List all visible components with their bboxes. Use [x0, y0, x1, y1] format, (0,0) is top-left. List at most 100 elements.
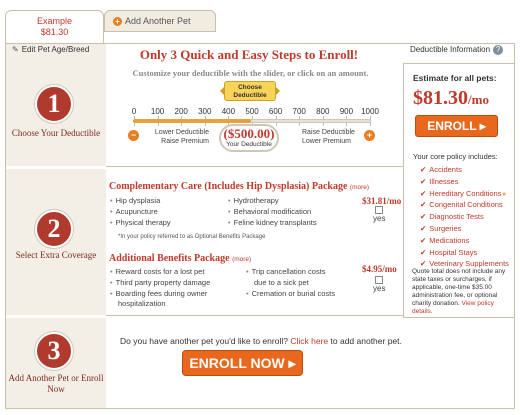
core-policy-item[interactable]: ✔ Congenital Conditions	[420, 199, 509, 211]
slider-instructions: Customize your deductible with the slide…	[132, 68, 369, 78]
slider-tick-label[interactable]: 0	[122, 107, 146, 116]
benefit-item: • Feline kidney transplants	[228, 218, 317, 227]
section-divider	[106, 166, 403, 167]
core-policy-label: Congenital Conditions	[429, 200, 503, 210]
sidebar-divider	[6, 166, 106, 169]
step-3-number: 3	[35, 332, 73, 370]
check-icon: ✔	[420, 212, 427, 222]
slider-tick-label[interactable]: 400	[216, 107, 240, 116]
benefit-item: • Hydrotherapy	[228, 196, 279, 205]
bullet-icon: •	[228, 196, 231, 205]
estimate-price: $81.30/mo	[413, 87, 489, 110]
slider-tick-label[interactable]: 1000	[358, 107, 382, 116]
additional-yes-label: yes	[373, 284, 386, 293]
benefit-text: Cremation or burial costs	[251, 289, 336, 298]
page-title: Only 3 Quick and Easy Steps to Enroll!	[139, 47, 359, 62]
benefit-text: Reward costs for a lost pet	[115, 267, 205, 276]
deductible-caption: Your Deductible	[226, 141, 272, 148]
benefit-text: Acupuncture	[115, 207, 158, 216]
help-icon: ?	[493, 45, 504, 55]
slider-fill	[133, 119, 251, 123]
core-policy-title: Your core policy includes:	[413, 152, 498, 161]
slider-tick-label[interactable]: 800	[311, 107, 335, 116]
check-icon: ✔	[420, 223, 427, 233]
benefit-item: • Third party property damage	[110, 278, 210, 287]
benefit-text: Trip cancellation costs	[251, 267, 326, 276]
additional-price: $4.95/mo	[362, 264, 397, 274]
step-2-label: Select Extra Coverage	[15, 250, 97, 260]
slider-tick-label[interactable]: 300	[193, 107, 217, 116]
enroll-button[interactable]: ENROLL ▸	[415, 115, 498, 137]
tab-add-another-pet[interactable]: + Add Another Pet	[104, 10, 216, 32]
core-policy-label: Medications	[429, 235, 470, 245]
benefit-item: • Cremation or burial costs	[246, 289, 335, 298]
core-policy-list: ✔ Accidents ✔ Illnesses ✔ Hereditary Conditio…	[420, 164, 509, 270]
deductible-info-link[interactable]: Deductible Information?	[410, 45, 504, 55]
benefit-text: Hip dysplasia	[115, 196, 161, 205]
step-1-number: 1	[35, 85, 73, 123]
core-policy-item[interactable]: ✔ Hospital Stays	[420, 247, 509, 259]
benefit-text: Hydrotherapy	[233, 196, 279, 205]
step-2-number: 2	[35, 210, 73, 248]
slider-tick-label[interactable]: 100	[146, 107, 170, 116]
slider-handle[interactable]: Choose Deductible	[220, 81, 280, 101]
additional-more-link[interactable]: (more)	[232, 256, 251, 263]
bullet-icon: •	[228, 207, 231, 216]
slider-tick-label[interactable]: 900	[334, 107, 358, 116]
bullet-icon: •	[110, 267, 113, 276]
edit-pet-label: Edit Pet Age/Breed	[21, 45, 90, 54]
complementary-checkbox[interactable]	[375, 206, 383, 214]
benefit-text: Behavioral modification	[233, 207, 312, 216]
quote-note: Quote total does not include any state t…	[412, 268, 510, 316]
tab-pet-name: Example	[36, 16, 72, 26]
core-policy-item[interactable]: ✔ Accidents	[420, 164, 509, 176]
core-policy-item[interactable]: ✔ Hereditary Conditions★	[420, 188, 509, 200]
optional-benefits-note: *In your policy referred to as Optional …	[118, 234, 266, 240]
core-policy-item[interactable]: ✔ Illnesses	[420, 176, 509, 188]
step-3-label: Add Another Pet or Enroll Now	[8, 373, 104, 394]
slider-tick-label[interactable]: 200	[169, 107, 193, 116]
core-policy-item[interactable]: ✔ Diagnostic Tests	[420, 211, 509, 223]
increase-deductible-button[interactable]: +	[364, 130, 375, 141]
benefit-item: • Hip dysplasia	[110, 196, 160, 205]
pencil-icon: ✎	[12, 45, 19, 54]
edit-pet-link[interactable]: ✎ Edit Pet Age/Breed	[12, 45, 89, 54]
core-policy-item[interactable]: ✔ Surgeries	[420, 223, 509, 235]
raise-deductible-label: Raise Deductible	[302, 129, 355, 136]
tab-pet-price: $81.30	[40, 27, 69, 37]
check-icon: ✔	[420, 247, 427, 257]
core-policy-item[interactable]: ✔ Medications	[420, 235, 509, 247]
complementary-more-link[interactable]: (more)	[350, 184, 369, 191]
sidebar-divider	[6, 315, 106, 318]
decrease-deductible-button[interactable]: −	[128, 130, 139, 141]
benefit-item: • Trip cancellation costs	[246, 267, 326, 276]
slider-tick-label[interactable]: 600	[264, 107, 288, 116]
additional-checkbox[interactable]	[375, 276, 383, 284]
deductible-amount: ($500.00) Your Deductible	[219, 124, 279, 152]
bullet-icon: •	[246, 289, 249, 298]
core-policy-label: Accidents	[429, 165, 462, 174]
enroll-now-button[interactable]: ENROLL NOW ▸	[182, 350, 303, 376]
step-1-label: Choose Your Deductible	[11, 128, 101, 138]
check-icon: ✔	[420, 200, 427, 210]
benefit-item: • Physical therapy	[110, 218, 171, 227]
benefit-text: Third party property damage	[115, 278, 211, 287]
complementary-care-title-text: Complementary Care (Includes Hip Dysplas…	[109, 181, 348, 192]
bullet-icon: •	[110, 207, 113, 216]
core-policy-label: Illnesses	[429, 176, 459, 186]
bullet-icon: •	[110, 278, 113, 287]
another-pet-prompt: Do you have another pet you'd like to en…	[120, 336, 402, 346]
tab-example-pet[interactable]: Example $81.30	[5, 10, 104, 44]
slider-tick-label[interactable]: 700	[287, 107, 311, 116]
core-policy-label: Surgeries	[429, 223, 462, 233]
estimate-price-value: $81.30	[413, 87, 468, 109]
bullet-icon: •	[110, 289, 113, 298]
add-another-pet-link[interactable]: Click here	[290, 336, 328, 346]
plus-icon: +	[113, 17, 122, 26]
raise-deductible-text: Raise Deductible Lower Premium	[302, 128, 355, 146]
benefit-item: • Acupuncture	[110, 207, 158, 216]
another-pet-suffix: to add another pet.	[330, 336, 402, 346]
bullet-icon: •	[110, 196, 113, 205]
slider-tick-label[interactable]: 500	[240, 107, 264, 116]
additional-benefits-title-text: Additional Benefits Package	[109, 253, 230, 264]
